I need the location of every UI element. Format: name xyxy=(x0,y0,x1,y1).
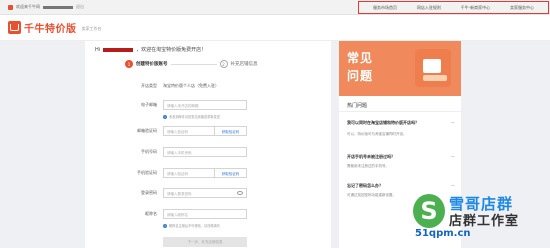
greeting-text: 欢迎来千牛网 xyxy=(16,4,40,9)
hint-text: 昵称名注册后不可修改，请谨慎填写 xyxy=(169,224,220,228)
faq-answer: 需使用未注册过的手机号。 xyxy=(347,164,389,168)
greeting: 欢迎来千牛网 退出 xyxy=(8,4,84,10)
field-label: 昵称名 xyxy=(145,211,157,216)
nickname-hint: i 昵称名注册后不可修改，请谨慎填写 xyxy=(163,223,220,228)
watermark-logo: S xyxy=(413,194,445,228)
info-icon: i xyxy=(163,114,167,119)
top-nav-item[interactable]: 服务市场首页 xyxy=(373,5,397,11)
top-nav-item[interactable]: 网店入驻规则 xyxy=(417,5,441,11)
email-code-row: 邮箱验证码 请输入验证码 获取验证码 xyxy=(85,126,331,136)
header: 千牛特价版 卖家工作台 xyxy=(0,15,550,41)
phone-field[interactable]: 请输入手机号码 xyxy=(163,147,247,157)
phone-row: 手机号码 请输入手机号码 xyxy=(85,147,331,157)
password-row: 登录密码 请输入登录密码 xyxy=(85,188,331,198)
email-field[interactable]: 请输入未开店的邮箱 xyxy=(163,100,247,110)
logout-link[interactable]: 退出 xyxy=(76,4,84,10)
registration-form: Hi ，欢迎在淘宝特价版免费开店！ 1 创建特价版账号 2 补充店铺信息 开店类… xyxy=(85,41,331,248)
watermark-url: 51qpm.cn xyxy=(415,228,471,239)
faq-question[interactable]: 我可以同时在淘宝店铺和特价版开店吗？ xyxy=(347,120,433,125)
redacted-username xyxy=(43,5,73,9)
banner-illustration-screen xyxy=(423,59,441,73)
email-code-field[interactable]: 请输入验证码 xyxy=(163,126,215,136)
watermark: S 雪哥店群 店群工作室 51qpm.cn xyxy=(413,192,548,242)
welcome-text: ，欢迎在淘宝特价版免费开店！ xyxy=(136,47,207,53)
faq-banner: 常见 问题 xyxy=(339,41,461,96)
email-hint: i 未收到邮件请检查垃圾箱或重新发送 xyxy=(163,114,220,119)
nickname-row: 昵称名 请输入昵称名 xyxy=(85,209,331,219)
faq-answer: 可以，特价版可与淘宝店铺同时开设。 xyxy=(347,132,407,136)
top-nav: 服务市场首页 网店入驻规则 千牛·新商家中心 卖家服务中心 xyxy=(358,1,549,14)
qianniu-logo-icon xyxy=(8,21,21,34)
step-divider xyxy=(170,63,217,65)
logo-subtitle: 卖家工作台 xyxy=(81,26,102,31)
redacted-username xyxy=(103,47,134,52)
top-bar: 欢迎来千牛网 退出 服务市场首页 网店入驻规则 千牛·新商家中心 卖家服务中心 xyxy=(0,0,550,15)
faq-heading: 热门问题 xyxy=(347,103,368,109)
field-label: 电子邮箱 xyxy=(141,102,157,107)
top-nav-item[interactable]: 卖家服务中心 xyxy=(510,5,534,11)
logo-text: 千牛特价版 xyxy=(24,24,77,35)
phone-code-field[interactable]: 请输入验证码 xyxy=(163,168,215,178)
email-row: 电子邮箱 请输入未开店的邮箱 xyxy=(85,100,331,110)
divider xyxy=(339,111,461,112)
banner-title-line2: 问题 xyxy=(347,69,374,83)
top-nav-item[interactable]: 千牛·新商家中心 xyxy=(461,5,490,11)
get-phone-code-button[interactable]: 获取验证码 xyxy=(215,168,247,178)
collapse-icon[interactable]: − xyxy=(451,183,455,189)
collapse-icon[interactable]: − xyxy=(451,120,455,126)
watermark-brand-secondary: 店群工作室 xyxy=(449,214,520,229)
collapse-icon[interactable]: − xyxy=(451,154,455,160)
hint-text: 未收到邮件请检查垃圾箱或重新发送 xyxy=(169,115,220,119)
step-indicator: 1 创建特价版账号 2 补充店铺信息 xyxy=(125,60,258,68)
nickname-field[interactable]: 请输入昵称名 xyxy=(163,209,247,219)
field-label: 手机号码 xyxy=(141,149,157,154)
faq-question[interactable]: 忘记了密码怎么办？ xyxy=(347,183,433,188)
step-number: 2 xyxy=(219,60,228,68)
phone-code-row: 手机验证码 请输入验证码 获取验证码 xyxy=(85,168,331,178)
step-label: 创建特价版账号 xyxy=(136,62,168,67)
welcome-prefix: Hi xyxy=(95,46,101,53)
field-label: 开店类型 xyxy=(141,83,157,88)
info-icon: i xyxy=(163,223,167,228)
banner-title-line1: 常见 xyxy=(347,51,374,65)
welcome-message: Hi ，欢迎在淘宝特价版免费开店！ xyxy=(95,46,207,54)
password-field[interactable]: 请输入登录密码 xyxy=(163,188,247,198)
step-label: 补充店铺信息 xyxy=(230,62,258,67)
field-label: 邮箱验证码 xyxy=(137,128,157,133)
faq-question[interactable]: 开店手机号未被注册过吗？ xyxy=(347,154,433,159)
get-email-code-button[interactable]: 获取验证码 xyxy=(215,126,247,136)
field-label: 手机验证码 xyxy=(137,170,157,175)
field-label: 登录密码 xyxy=(141,190,157,195)
step-number: 1 xyxy=(125,60,133,68)
next-step-button[interactable]: 下一步，补充店铺信息 xyxy=(163,237,247,247)
taobao-icon xyxy=(8,4,13,10)
banner-illustration-base xyxy=(423,75,447,81)
password-placeholder: 请输入登录密码 xyxy=(167,191,192,196)
shop-type-row: 开店类型 淘宝特价版个人店（免费入驻） xyxy=(85,81,331,91)
eye-icon[interactable] xyxy=(237,191,243,195)
logo[interactable]: 千牛特价版 卖家工作台 xyxy=(8,20,102,35)
shop-type-value: 淘宝特价版个人店（免费入驻） xyxy=(163,83,219,88)
